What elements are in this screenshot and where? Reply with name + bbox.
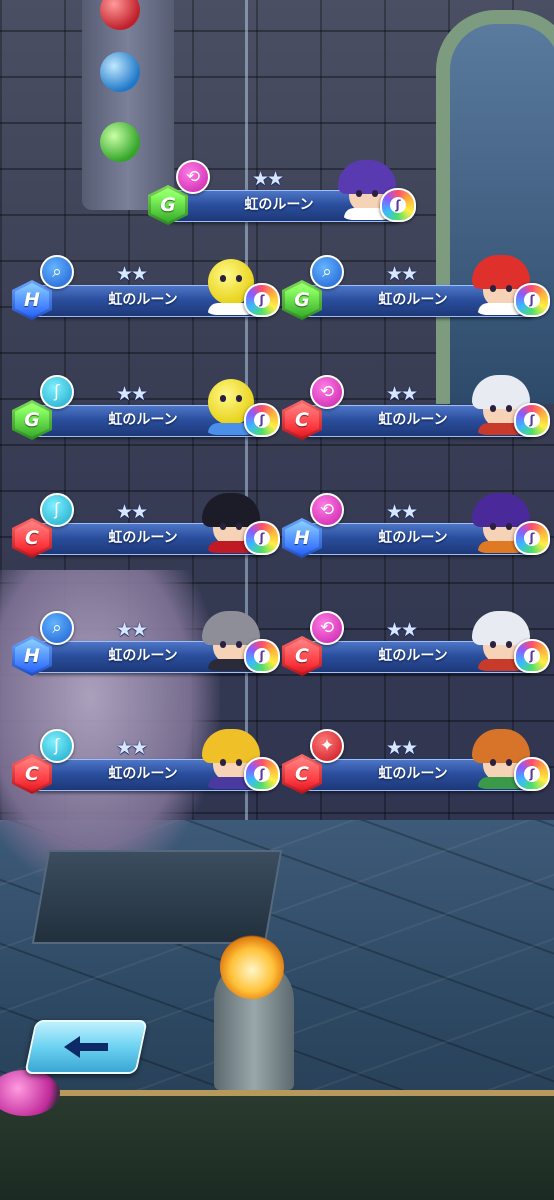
- star-rating: ★★: [116, 737, 148, 759]
- hair: [202, 493, 260, 527]
- hair: [472, 611, 530, 645]
- racket-icon: ⌕: [40, 255, 74, 289]
- back-button[interactable]: [24, 1020, 148, 1074]
- rune-entry[interactable]: 虹のルーン C ✦ ★★ ʃ: [282, 729, 550, 794]
- eye: [490, 641, 496, 648]
- star-rating: ★★: [116, 383, 148, 405]
- rainbow-rune-icon: ʃ: [514, 757, 550, 791]
- eye: [220, 523, 226, 530]
- rune-name: 虹のルーン: [378, 530, 448, 546]
- rune-name: 虹のルーン: [108, 412, 178, 428]
- rune-name: 虹のルーン: [378, 412, 448, 428]
- flame: [220, 935, 284, 999]
- hair: [472, 729, 530, 763]
- shoe-icon: ʃ: [40, 493, 74, 527]
- eye: [506, 523, 512, 530]
- smash-icon: ✦: [310, 729, 344, 763]
- rune-name: 虹のルーン: [378, 766, 448, 782]
- rune-entry[interactable]: 虹のルーン H ⌕ ★★ ʃ: [12, 611, 280, 676]
- rune-name: 虹のルーン: [244, 197, 314, 213]
- eye: [506, 285, 512, 292]
- hair: [472, 493, 530, 527]
- rune-name: 虹のルーン: [378, 648, 448, 664]
- eye: [220, 395, 226, 402]
- eye: [506, 759, 512, 766]
- rune-entry[interactable]: 虹のルーン H ⟲ ★★ ʃ: [282, 493, 550, 558]
- rune-entry[interactable]: 虹のルーン G ⟲ ★★ ʃ: [148, 160, 416, 225]
- rune-name: 虹のルーン: [108, 530, 178, 546]
- spin-icon: ⟲: [310, 493, 344, 527]
- star-rating: ★★: [116, 619, 148, 641]
- rune-name: 虹のルーン: [108, 766, 178, 782]
- rainbow-rune-icon: ʃ: [514, 521, 550, 555]
- spin-icon: ⟲: [310, 611, 344, 645]
- eye: [220, 641, 226, 648]
- rainbow-rune-icon: ʃ: [244, 757, 280, 791]
- hair: [472, 255, 530, 289]
- hair: [202, 611, 260, 645]
- eye: [506, 641, 512, 648]
- rune-name: 虹のルーン: [108, 292, 178, 308]
- rune-name: 虹のルーン: [108, 648, 178, 664]
- eye: [372, 190, 378, 197]
- racket-icon: ⌕: [40, 611, 74, 645]
- rainbow-rune-icon: ʃ: [244, 521, 280, 555]
- green-orb: [100, 122, 140, 162]
- hair: [338, 160, 396, 194]
- rune-entry[interactable]: 虹のルーン C ⟲ ★★ ʃ: [282, 375, 550, 440]
- pedestal: [31, 850, 283, 944]
- rune-entry[interactable]: 虹のルーン C ʃ ★★ ʃ: [12, 493, 280, 558]
- shoe-icon: ʃ: [40, 375, 74, 409]
- eye: [506, 405, 512, 412]
- eye: [490, 285, 496, 292]
- eye: [236, 275, 242, 282]
- eye: [356, 190, 362, 197]
- eye: [220, 275, 226, 282]
- eye: [236, 523, 242, 530]
- eye: [490, 759, 496, 766]
- rainbow-rune-icon: ʃ: [244, 639, 280, 673]
- rainbow-rune-icon: ʃ: [514, 639, 550, 673]
- star-rating: ★★: [386, 619, 418, 641]
- eye: [236, 759, 242, 766]
- eye: [236, 395, 242, 402]
- spin-icon: ⟲: [176, 160, 210, 194]
- star-rating: ★★: [386, 263, 418, 285]
- star-rating: ★★: [386, 501, 418, 523]
- rune-name: 虹のルーン: [378, 292, 448, 308]
- archway: [436, 10, 554, 404]
- eye: [236, 641, 242, 648]
- hair: [202, 729, 260, 763]
- shoe-icon: ʃ: [40, 729, 74, 763]
- rune-entry[interactable]: 虹のルーン C ʃ ★★ ʃ: [12, 729, 280, 794]
- rune-entry[interactable]: 虹のルーン C ⟲ ★★ ʃ: [282, 611, 550, 676]
- star-rating: ★★: [386, 383, 418, 405]
- hair: [472, 375, 530, 409]
- back-arrow-icon: [64, 1036, 108, 1058]
- racket-icon: ⌕: [310, 255, 344, 289]
- star-rating: ★★: [116, 501, 148, 523]
- rune-entry[interactable]: 虹のルーン G ʃ ★★ ʃ: [12, 375, 280, 440]
- star-rating: ★★: [252, 168, 284, 190]
- rainbow-rune-icon: ʃ: [244, 283, 280, 317]
- rune-entry[interactable]: 虹のルーン G ⌕ ★★ ʃ: [282, 255, 550, 320]
- eye: [220, 759, 226, 766]
- rainbow-rune-icon: ʃ: [514, 283, 550, 317]
- rune-entry[interactable]: 虹のルーン H ⌕ ★★ ʃ: [12, 255, 280, 320]
- blue-orb: [100, 52, 140, 92]
- eye: [490, 405, 496, 412]
- floor-border: [0, 1090, 554, 1200]
- spin-icon: ⟲: [310, 375, 344, 409]
- rainbow-rune-icon: ʃ: [380, 188, 416, 222]
- rainbow-rune-icon: ʃ: [244, 403, 280, 437]
- eye: [490, 523, 496, 530]
- star-rating: ★★: [386, 737, 418, 759]
- star-rating: ★★: [116, 263, 148, 285]
- rainbow-rune-icon: ʃ: [514, 403, 550, 437]
